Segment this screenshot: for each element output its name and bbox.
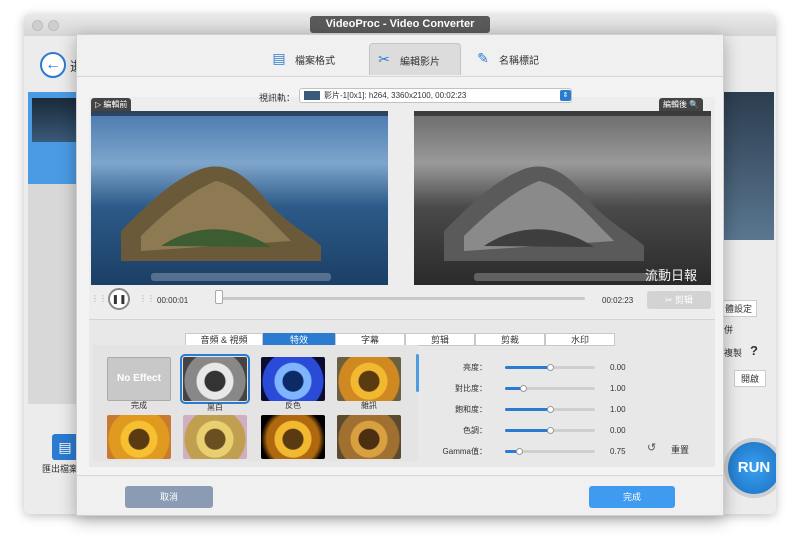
subtab-watermark[interactable]: 水印 [545,333,615,346]
adjustment-slider-fill [505,408,550,411]
effect-label: 黑白 [207,403,223,412]
grip-icon: ⋮⋮ [139,294,155,303]
adjustment-slider-handle[interactable] [547,364,554,371]
effect-black-white[interactable] [180,354,250,404]
back-arrow-icon[interactable]: ← [40,52,66,78]
effect-sepia[interactable] [337,415,401,459]
effect-warm[interactable] [107,415,171,459]
grip-icon: ⋮⋮ [91,294,107,303]
adjustment-label: 亮度： [463,363,487,372]
progress-handle[interactable] [215,290,223,304]
video-track-label: 視訊軌： [259,93,296,103]
minimize-window-button[interactable] [48,20,59,31]
watermark-text: 流動日報 [645,268,698,283]
output-preview-thumbnail [724,92,774,240]
video-thumbnail [32,98,78,142]
adjustment-value: 1.00 [610,405,626,414]
effect-vignette[interactable] [261,415,325,459]
edit-tag-icon: ✎ [477,50,489,66]
total-time: 00:02:23 [602,296,634,305]
adjustment-label: 對比度： [455,384,487,393]
export-file-icon[interactable]: ▤ [52,434,78,460]
tab-file-format-label: 檔案格式 [295,56,335,67]
adjustment-slider-handle[interactable] [547,427,554,434]
copy-label: 複製 [724,348,743,358]
film-cut-icon: ✂ [378,51,390,67]
open-folder-button[interactable]: 開啟 [734,370,767,387]
merge-label: 併 [724,325,734,335]
adjustment-slider-handle[interactable] [547,406,554,413]
reset-button[interactable]: 重置 [671,443,689,456]
adjustment-slider-fill [505,366,550,369]
edit-video-dialog: ▤ 檔案格式 ✂ 編輯影片 ✎ 名稱標記 視訊軌： 影片-1[0x1]: h26… [76,34,724,516]
effect-none[interactable]: No Effect [107,357,171,401]
current-time: 00:00:01 [157,296,189,305]
video-track-select[interactable]: 影片-1[0x1]: h264, 3360x2100, 00:02:23 [299,88,572,103]
adjustment-slider-handle[interactable] [520,385,527,392]
effect-noise[interactable] [337,357,401,401]
adjustment-label: 飽和度： [455,405,487,414]
help-icon[interactable]: ? [750,343,758,358]
tab-name-tag-label: 名稱標記 [499,56,539,67]
adjustment-slider-handle[interactable] [516,448,523,455]
document-icon: ▤ [272,50,286,66]
chevron-updown-icon[interactable]: ⇕ [560,90,571,101]
settings-button[interactable]: 體設定 [720,300,758,317]
effect-faded[interactable] [183,415,247,459]
reset-icon[interactable]: ↺ [647,441,656,454]
before-label: ▷ 編輯前 [91,98,132,111]
tab-edit-video[interactable]: ✂ 編輯影片 [369,43,461,75]
adjustment-value: 1.00 [610,384,626,393]
window-title: VideoProc - Video Converter [310,16,490,33]
cancel-button[interactable]: 取消 [125,486,213,508]
after-label: 編輯後 🔍 [659,98,704,111]
cut-button[interactable]: ✂ 剪辑 [647,291,711,309]
video-track-value: 影片-1[0x1]: h264, 3360x2100, 00:02:23 [324,91,467,100]
before-preview [91,111,388,285]
adjustment-label: Gamma值： [442,447,487,456]
adjustment-value: 0.75 [610,447,626,456]
after-preview [414,111,711,285]
no-effect-label: No Effect [117,373,161,384]
close-window-button[interactable] [32,20,43,31]
effect-invert[interactable] [261,357,325,401]
track-thumbnail [304,91,320,100]
effect-label: 完成 [131,401,147,410]
adjustment-label: 色調： [463,426,487,435]
adjustment-value: 0.00 [610,426,626,435]
pause-icon[interactable]: ❚❚ [108,288,130,310]
effect-label: 雜訊 [361,401,377,410]
progress-track[interactable] [217,297,585,300]
run-button[interactable]: RUN [724,438,776,498]
adjustment-slider-fill [505,429,550,432]
tab-name-tag[interactable]: ✎ 名稱標記 [473,43,563,75]
adjustment-value: 0.00 [610,363,626,372]
tab-file-format[interactable]: ▤ 檔案格式 [269,43,359,75]
subtab-crop[interactable]: 剪裁 [475,333,545,346]
done-button[interactable]: 完成 [589,486,675,508]
tab-edit-video-label: 編輯影片 [400,57,440,68]
effect-label: 反色 [285,401,301,410]
